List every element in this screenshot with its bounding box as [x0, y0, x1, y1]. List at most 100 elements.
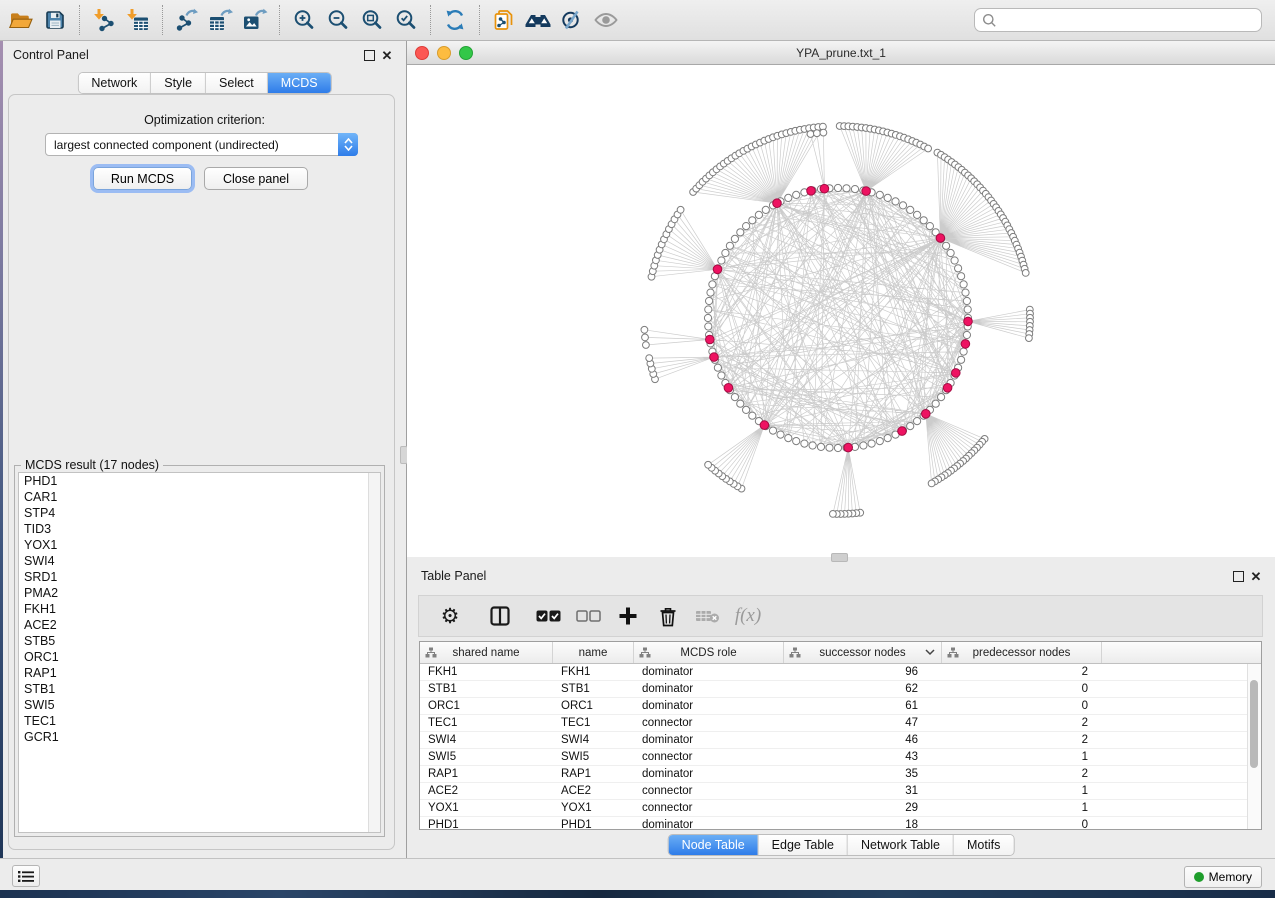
table-panel-float-button[interactable]: [1229, 568, 1247, 584]
sort-chevron-icon[interactable]: [925, 649, 935, 656]
table-scrollbar-thumb[interactable]: [1250, 680, 1258, 768]
mcds-result-item[interactable]: RAP1: [19, 665, 380, 681]
graph-mcds-node[interactable]: [713, 265, 722, 274]
graph-node[interactable]: [704, 314, 711, 321]
column-settings-button[interactable]: ⚙: [433, 600, 467, 632]
clone-network-button[interactable]: [487, 3, 521, 37]
graph-node[interactable]: [769, 427, 776, 434]
graph-leaf-node[interactable]: [641, 326, 648, 333]
criterion-select[interactable]: largest connected component (undirected): [45, 133, 358, 156]
save-session-button[interactable]: [38, 3, 72, 37]
table-row[interactable]: PHD1PHD1dominator180: [420, 817, 1261, 830]
graph-leaf-node[interactable]: [814, 130, 821, 137]
search-box[interactable]: [974, 8, 1262, 32]
refresh-view-button[interactable]: [438, 3, 472, 37]
mcds-result-item[interactable]: STB1: [19, 681, 380, 697]
graph-node[interactable]: [718, 257, 725, 264]
graph-node[interactable]: [743, 406, 750, 413]
graph-node[interactable]: [963, 331, 970, 338]
delete-table-button[interactable]: [691, 600, 725, 632]
graph-node[interactable]: [876, 438, 883, 445]
run-mcds-button[interactable]: Run MCDS: [93, 167, 192, 190]
graph-node[interactable]: [801, 440, 808, 447]
graph-node[interactable]: [749, 412, 756, 419]
graph-node[interactable]: [809, 442, 816, 449]
graph-node[interactable]: [834, 444, 841, 451]
graph-node[interactable]: [943, 242, 950, 249]
column-header-name[interactable]: name: [553, 642, 634, 663]
graph-node[interactable]: [709, 281, 716, 288]
graph-node[interactable]: [706, 297, 713, 304]
zoom-fit-button[interactable]: [355, 3, 389, 37]
graph-node[interactable]: [884, 435, 891, 442]
graph-node[interactable]: [817, 443, 824, 450]
network-canvas[interactable]: [407, 65, 1275, 557]
graph-node[interactable]: [731, 394, 738, 401]
table-row[interactable]: SWI5SWI5connector431: [420, 749, 1261, 766]
graph-node[interactable]: [793, 438, 800, 445]
mcds-result-item[interactable]: SWI4: [19, 553, 380, 569]
graph-mcds-node[interactable]: [964, 317, 973, 326]
graph-node[interactable]: [907, 206, 914, 213]
graph-node[interactable]: [793, 191, 800, 198]
table-row[interactable]: ORC1ORC1dominator610: [420, 698, 1261, 715]
mcds-result-item[interactable]: SRD1: [19, 569, 380, 585]
mcds-result-item[interactable]: ACE2: [19, 617, 380, 633]
tab-mcds[interactable]: MCDS: [267, 73, 331, 93]
tab-select[interactable]: Select: [205, 73, 267, 93]
graph-node[interactable]: [731, 235, 738, 242]
mcds-result-item[interactable]: CAR1: [19, 489, 380, 505]
mcds-result-item[interactable]: STP4: [19, 505, 380, 521]
graph-node[interactable]: [914, 418, 921, 425]
tab-style[interactable]: Style: [150, 73, 205, 93]
graph-node[interactable]: [958, 273, 965, 280]
table-row[interactable]: STB1STB1dominator620: [420, 681, 1261, 698]
graph-leaf-node[interactable]: [646, 355, 653, 362]
graph-node[interactable]: [947, 249, 954, 256]
graph-node[interactable]: [958, 356, 965, 363]
graph-node[interactable]: [926, 223, 933, 230]
graph-mcds-node[interactable]: [773, 199, 782, 208]
graph-mcds-node[interactable]: [760, 421, 769, 430]
graph-node[interactable]: [851, 186, 858, 193]
graph-mcds-node[interactable]: [898, 427, 907, 436]
table-scrollbar[interactable]: [1247, 664, 1261, 829]
graph-node[interactable]: [705, 306, 712, 313]
graph-node[interactable]: [714, 364, 721, 371]
table-row[interactable]: RAP1RAP1dominator352: [420, 766, 1261, 783]
control-panel-close-button[interactable]: ✕: [378, 47, 396, 63]
graph-node[interactable]: [785, 435, 792, 442]
mcds-result-item[interactable]: YOX1: [19, 537, 380, 553]
graph-node[interactable]: [705, 323, 712, 330]
graph-node[interactable]: [920, 217, 927, 224]
graph-node[interactable]: [860, 442, 867, 449]
graph-node[interactable]: [843, 185, 850, 192]
mcds-result-item[interactable]: FKH1: [19, 601, 380, 617]
column-header-predecessor-nodes[interactable]: predecessor nodes: [942, 642, 1102, 663]
graph-mcds-node[interactable]: [820, 184, 829, 193]
show-all-button[interactable]: [589, 3, 623, 37]
graph-node[interactable]: [707, 289, 714, 296]
table-row[interactable]: ACE2ACE2connector311: [420, 783, 1261, 800]
zoom-selected-button[interactable]: [389, 3, 423, 37]
import-table-button[interactable]: [121, 3, 155, 37]
graph-node[interactable]: [777, 431, 784, 438]
export-image-button[interactable]: [238, 3, 272, 37]
table-row[interactable]: SWI4SWI4dominator462: [420, 732, 1261, 749]
add-column-button[interactable]: [611, 600, 645, 632]
graph-node[interactable]: [737, 229, 744, 236]
open-file-button[interactable]: [4, 3, 38, 37]
table-row[interactable]: FKH1FKH1dominator962: [420, 664, 1261, 681]
graph-node[interactable]: [755, 211, 762, 218]
graph-node[interactable]: [884, 194, 891, 201]
graph-node[interactable]: [962, 289, 969, 296]
graph-mcds-node[interactable]: [710, 353, 719, 362]
export-table-button[interactable]: [204, 3, 238, 37]
graph-mcds-node[interactable]: [862, 187, 871, 196]
graph-node[interactable]: [834, 184, 841, 191]
graph-mcds-node[interactable]: [943, 384, 952, 393]
graph-node[interactable]: [938, 394, 945, 401]
hide-selected-button[interactable]: [555, 3, 589, 37]
column-header-MCDS-role[interactable]: MCDS role: [634, 642, 784, 663]
graph-node[interactable]: [955, 265, 962, 272]
